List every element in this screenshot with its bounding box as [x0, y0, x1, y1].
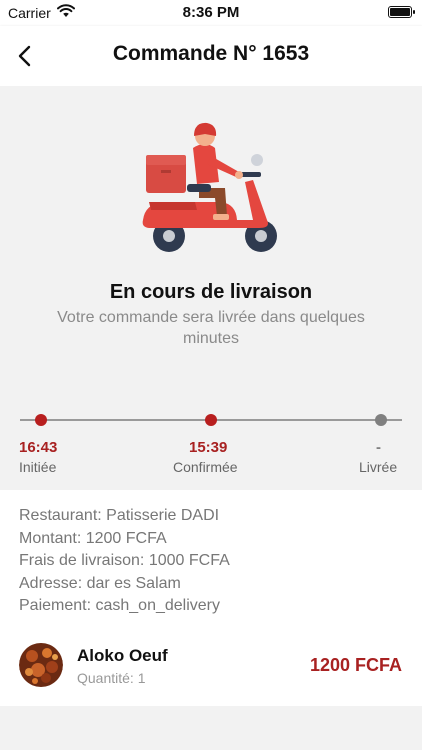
delivery-status-subtitle: Votre commande sera livrée dans quelques…: [57, 309, 365, 347]
bottom-background: [0, 706, 422, 750]
battery-icon: [388, 6, 415, 18]
detail-address: Adresse: dar es Salam: [19, 574, 181, 592]
timeline-label-confirmed: Confirmée: [173, 459, 238, 475]
delivery-status-title: En cours de livraison: [109, 281, 313, 303]
item-quantity: Quantité: 1: [77, 670, 146, 686]
detail-amount: Montant: 1200 FCFA: [19, 529, 167, 547]
item-name: Aloko Oeuf: [77, 646, 168, 665]
timeline-label-initiated: Initiée: [19, 459, 57, 475]
timeline-dot-initiated: [35, 414, 47, 426]
timeline-time-delivered: -: [376, 439, 381, 456]
timeline-time-confirmed: 15:39: [189, 439, 228, 456]
status-bar: Carrier 8:36 PM: [0, 0, 422, 26]
order-item-row[interactable]: Aloko Oeuf Quantité: 1 1200 FCFA: [0, 642, 422, 690]
timeline-dot-delivered: [375, 414, 387, 426]
detail-payment: Paiement: cash_on_delivery: [19, 597, 221, 614]
detail-restaurant: Restaurant: Patisserie DADI: [19, 507, 220, 524]
delivery-status-section: En cours de livraison Votre commande ser…: [0, 86, 422, 490]
detail-delivery-fee: Frais de livraison: 1000 FCFA: [19, 552, 230, 569]
item-price: 1200 FCFA: [309, 655, 402, 675]
timeline-time-initiated: 16:43: [19, 439, 58, 456]
timeline-label-delivered: Livrée: [359, 459, 398, 475]
food-thumbnail: [19, 643, 63, 687]
page-title: Commande N° 1653: [112, 42, 310, 65]
order-details-list: Restaurant: Patisserie DADI Montant: 120…: [19, 505, 230, 618]
timeline-dot-confirmed: [205, 414, 217, 426]
delivery-scooter-illustration: [142, 122, 277, 252]
status-time: 8:36 PM: [182, 4, 240, 21]
navigation-bar: Commande N° 1653: [0, 26, 422, 86]
